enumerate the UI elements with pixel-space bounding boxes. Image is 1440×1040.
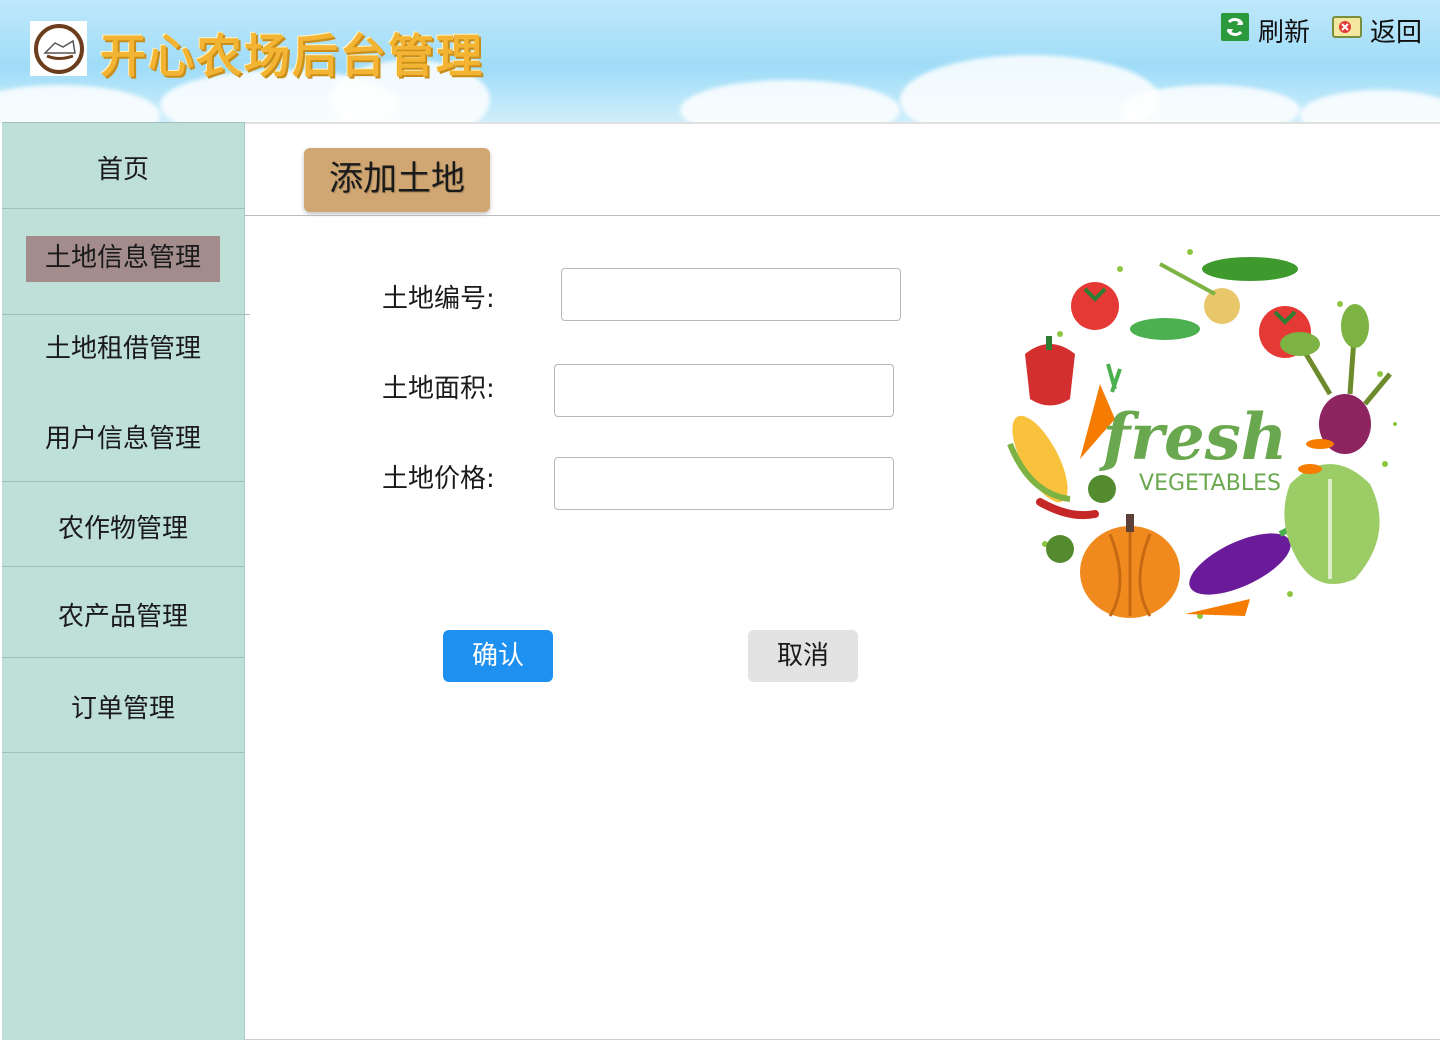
top-actions: 刷新 返回: [1198, 12, 1422, 49]
fresh-vegetables-illustration: fresh VEGETABLES: [1007, 249, 1397, 619]
refresh-button[interactable]: 刷新: [1220, 12, 1310, 49]
page-title: 添加土地: [304, 148, 490, 212]
back-button[interactable]: 返回: [1331, 12, 1422, 49]
cloud-decoration: [1300, 90, 1440, 122]
sidebar-item-label: 用户信息管理: [44, 424, 201, 454]
land-price-input[interactable]: [554, 457, 894, 510]
sidebar-item-user-info[interactable]: 用户信息管理: [2, 418, 244, 455]
sidebar-item-label: 订单管理: [70, 694, 175, 724]
sidebar-item-label: 农产品管理: [57, 602, 188, 632]
main-content: 添加土地 土地编号: 土地面积: 土地价格: 确认 取消 fresh VEGET…: [245, 122, 1440, 1040]
sidebar-item-label: 土地租借管理: [44, 334, 201, 364]
sidebar-divider: [2, 752, 244, 753]
refresh-icon: [1220, 12, 1250, 49]
confirm-button[interactable]: 确认: [443, 630, 553, 682]
fresh-headline: fresh: [1099, 400, 1288, 475]
farm-logo-icon: [33, 23, 84, 74]
sidebar-item-label: 首页: [96, 155, 149, 185]
sidebar-item-crops[interactable]: 农作物管理: [2, 508, 244, 545]
land-area-label: 土地面积:: [382, 374, 495, 404]
sidebar-item-home[interactable]: 首页: [2, 149, 244, 186]
vegetables-subline: VEGETABLES: [1139, 471, 1281, 496]
main-top-border: [245, 122, 1440, 124]
sidebar-item-orders[interactable]: 订单管理: [2, 688, 244, 725]
sidebar-divider: [2, 481, 244, 482]
land-number-input[interactable]: [561, 268, 901, 321]
app-header: 开心农场后台管理 刷新 返回: [0, 0, 1440, 122]
sidebar-divider: [2, 208, 244, 209]
back-icon: [1331, 15, 1362, 46]
app-title: 开心农场后台管理: [100, 29, 484, 83]
sidebar-divider: [2, 314, 250, 315]
page-header-divider: [245, 215, 1440, 216]
sidebar-item-land-info[interactable]: 土地信息管理: [2, 236, 244, 282]
land-number-label: 土地编号:: [382, 284, 495, 314]
sidebar: 首页 土地信息管理 土地租借管理 用户信息管理 农作物管理 农产品管理 订单管理: [2, 122, 250, 1040]
back-label: 返回: [1369, 18, 1422, 48]
sidebar-item-products[interactable]: 农产品管理: [2, 596, 244, 633]
sidebar-divider: [2, 566, 244, 567]
sidebar-divider: [2, 657, 244, 658]
land-price-label: 土地价格:: [382, 464, 495, 494]
farm-logo: [30, 21, 87, 76]
cancel-button[interactable]: 取消: [748, 630, 858, 682]
cloud-decoration: [0, 85, 160, 122]
sidebar-item-land-rental[interactable]: 土地租借管理: [2, 328, 244, 365]
land-area-input[interactable]: [554, 364, 894, 417]
cloud-decoration: [680, 80, 900, 122]
refresh-label: 刷新: [1257, 18, 1310, 48]
sidebar-item-label: 农作物管理: [57, 514, 188, 544]
sidebar-item-label: 土地信息管理: [26, 236, 220, 282]
